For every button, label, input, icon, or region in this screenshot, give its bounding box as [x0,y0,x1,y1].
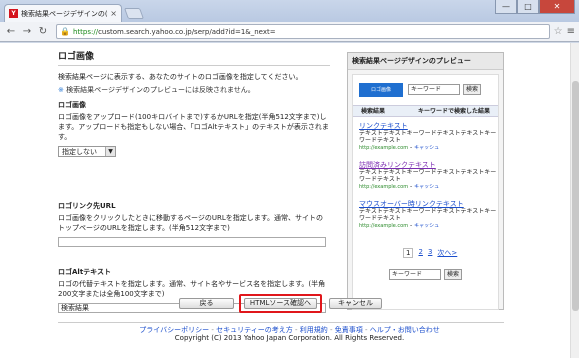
form-buttons: 戻る HTMLソース確認へ キャンセル [0,294,579,313]
preview-page-current: 1 [403,248,414,258]
back-arrow-icon[interactable]: ← [4,25,18,39]
preview-note: ※ 検索結果ページデザインのプレビューには反映されません。 [58,85,330,95]
copyright: Copyright (C) 2013 Yahoo Japan Corporati… [174,334,405,342]
close-icon[interactable]: × [110,9,117,18]
preview-result: 訪問済みリンクテキスト テキストテキストキーワードテキストテキストキーワードテキ… [359,162,499,191]
bookmark-star-icon[interactable]: ☆ [554,26,563,37]
chevron-down-icon: ▼ [105,147,115,156]
scrollbar[interactable] [570,43,579,358]
note-mark: ※ [58,86,64,94]
intro-text: 検索結果ページに表示する、あなたのサイトのロゴ画像を指定してください。 [58,73,303,81]
footer-link[interactable]: 免責事項 [335,326,363,334]
design-preview-panel: 検索結果ページデザインのプレビュー ロゴ画像 キーワード 検索 検索結果 キーワ… [347,52,504,310]
preview-results-bar: 検索結果 キーワードで検索した結果 [353,105,498,117]
browser-tab[interactable]: Y 検索結果ページデザインの(新規 × [4,4,122,22]
preview-result-link: マウスオーバー時リンクテキスト [359,200,464,208]
url-text: custom.search.yahoo.co.jp/serp/add?id=1&… [98,27,276,36]
preview-logo: ロゴ画像 [359,83,403,97]
preview-result-cache: キャッシュ [414,223,440,229]
preview-result-desc: テキストテキストキーワードテキストテキストキーワードテキスト [359,169,497,183]
preview-page-link: 3 [427,248,433,256]
preview-bar-right: キーワードで検索した結果 [417,108,490,115]
note-text: 検索結果ページデザインのプレビューには反映されません。 [66,86,255,94]
preview-result-url: http://example.com [359,145,409,151]
link-description: ロゴ画像をクリックしたときに移動するページのURLを指定します。通常、サイトのト… [58,214,324,232]
minimize-button[interactable]: — [495,0,517,14]
logo-select[interactable]: 指定しない ▼ [58,146,116,157]
close-window-button[interactable]: ✕ [539,0,575,14]
link-heading: ロゴリンク先URL [58,202,116,210]
preview-box: ロゴ画像 キーワード 検索 検索結果 キーワードで検索した結果 リンクテキスト … [352,74,499,310]
forward-arrow-icon[interactable]: → [20,25,34,39]
yahoo-favicon-icon: Y [9,9,18,18]
preview-bar-left: 検索結果 [361,108,386,115]
preview-result-cache: キャッシュ [414,145,440,151]
alt-heading: ロゴAltテキスト [58,268,111,276]
preview-pager: 1 2 3 次へ> [403,248,457,258]
preview-result-cache: キャッシュ [414,184,440,190]
preview-result-link: 訪問済みリンクテキスト [359,161,436,169]
page: ロゴ画像 検索結果ページに表示する、あなたのサイトのロゴ画像を指定してください。… [0,43,579,358]
section-title: ロゴ画像 [58,43,330,66]
preview-result-url: http://example.com [359,223,409,229]
preview-result-desc: テキストテキストキーワードテキストテキストキーワードテキスト [359,208,497,222]
footer-divider [58,322,504,323]
html-source-button[interactable]: HTMLソース確認へ [244,298,317,309]
address-bar[interactable]: 🔒 https:// custom.search.yahoo.co.jp/ser… [56,24,550,39]
lock-icon: 🔒 [60,27,70,36]
back-button[interactable]: 戻る [179,298,234,309]
footer-link[interactable]: ヘルプ・お問い合わせ [370,326,440,334]
cancel-button[interactable]: キャンセル [329,298,382,309]
footer-link[interactable]: プライバシーポリシー [139,326,209,334]
preview-result-link: リンクテキスト [359,122,408,130]
tab-title: 検索結果ページデザインの(新規 [21,9,108,18]
preview-result-url: http://example.com [359,184,409,190]
logo-select-value: 指定しない [62,147,97,156]
preview-result: マウスオーバー時リンクテキスト テキストテキストキーワードテキストテキストキーワ… [359,201,499,230]
logo-link-url-input[interactable] [58,237,326,247]
logo-description: ロゴ画像をアップロード(100キロバイトまで)するかURLを指定(半角512文字… [58,113,329,141]
preview-page-link: 2 [418,248,423,256]
reload-icon[interactable]: ↻ [36,25,50,39]
preview-search-input: キーワード [408,84,460,95]
preview-result: リンクテキスト テキストテキストキーワードテキストテキストキーワードテキスト h… [359,123,499,152]
preview-bottom-search-input: キーワード [389,269,441,280]
preview-search-button: 検索 [463,84,481,95]
preview-next-link: 次へ> [437,249,458,257]
window-controls: — □ ✕ [495,0,575,14]
url-scheme: https:// [72,27,99,36]
new-tab-button[interactable] [123,8,145,19]
browser-toolbar: ← → ↻ 🔒 https:// custom.search.yahoo.co.… [0,22,579,42]
preview-title: 検索結果ページデザインのプレビュー [348,53,503,70]
preview-bottom-search-button: 検索 [444,269,462,280]
logo-heading: ロゴ画像 [58,101,86,109]
maximize-button[interactable]: □ [517,0,539,14]
menu-icon[interactable]: ≡ [567,26,575,37]
preview-result-desc: テキストテキストキーワードテキストテキストキーワードテキスト [359,130,497,144]
footer-link[interactable]: 利用規約 [300,326,328,334]
settings-form: ロゴ画像 検索結果ページに表示する、あなたのサイトのロゴ画像を指定してください。… [58,43,330,313]
tab-strip: Y 検索結果ページデザインの(新規 × — □ ✕ [0,0,579,22]
scrollbar-thumb[interactable] [572,81,579,311]
footer-link[interactable]: セキュリティーの考え方 [216,326,293,334]
